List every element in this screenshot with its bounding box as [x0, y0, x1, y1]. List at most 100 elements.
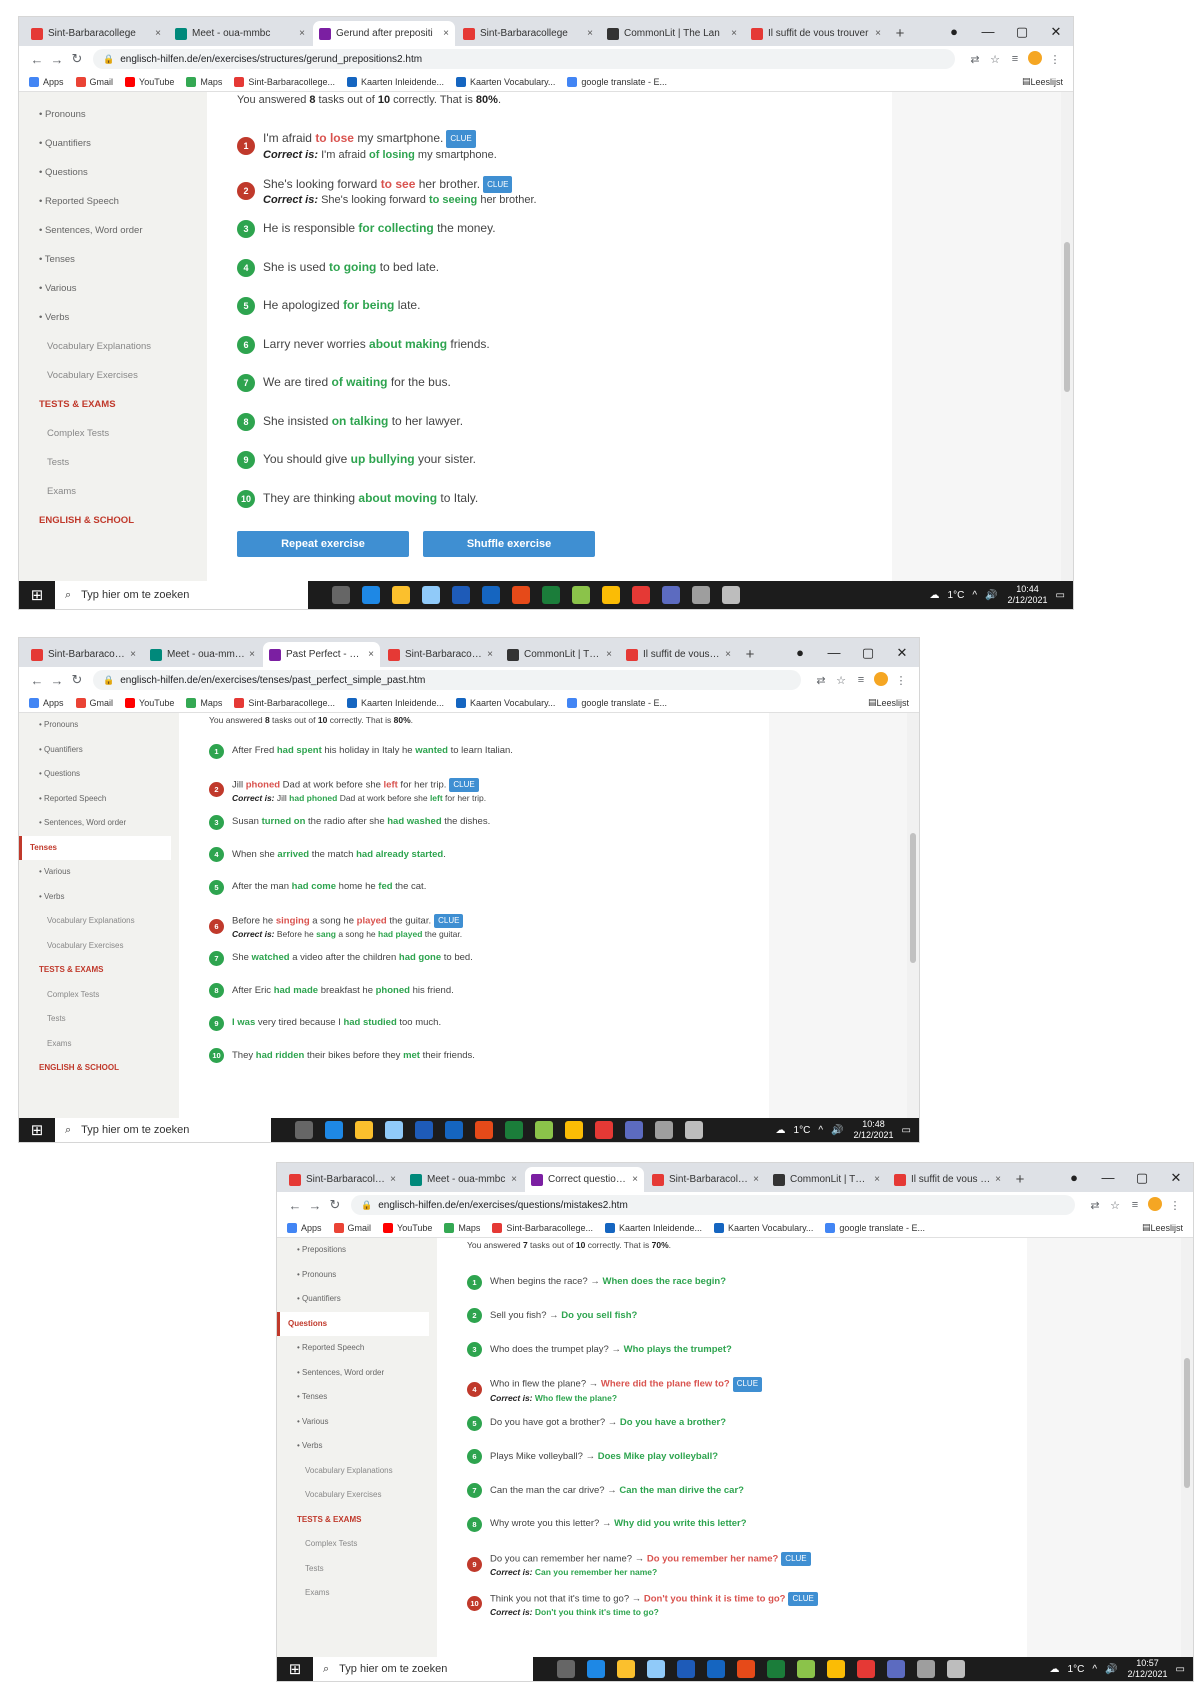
sidebar-item[interactable]: Tests [19, 1007, 179, 1032]
taskbar-search-field[interactable]: ⌕ Typ hier om te zoeken [313, 1657, 533, 1681]
url-field[interactable]: 🔒 englisch-hilfen.de/en/exercises/questio… [351, 1195, 1075, 1215]
tab-close-icon[interactable]: × [725, 649, 731, 660]
bookmark-item[interactable]: YouTube [383, 1222, 432, 1233]
sidebar-item-active[interactable]: Questions [277, 1311, 429, 1336]
sidebar-item[interactable]: • Pronouns [277, 1263, 437, 1288]
task-view-icon[interactable] [332, 586, 350, 604]
browser-tab[interactable]: CommonLit | The Lan × [501, 642, 618, 667]
app-icon[interactable] [632, 586, 650, 604]
store-icon[interactable] [385, 1121, 403, 1139]
browser-tab[interactable]: Meet - oua-mmbc × [404, 1167, 523, 1192]
notification-icon[interactable]: ▭ [1056, 590, 1065, 601]
sidebar-item[interactable]: Exams [277, 1581, 437, 1606]
tab-close-icon[interactable]: × [155, 28, 161, 39]
clue-button[interactable]: CLUE [434, 913, 464, 929]
word-icon[interactable] [677, 1660, 695, 1678]
chevron-up-icon[interactable]: ^ [818, 1125, 823, 1136]
settings-icon[interactable] [685, 1121, 703, 1139]
bookmark-item[interactable]: Apps [287, 1222, 322, 1233]
volume-icon[interactable]: 🔊 [1105, 1664, 1117, 1675]
edge-icon[interactable] [587, 1660, 605, 1678]
sidebar-item[interactable]: • Tenses [277, 1385, 437, 1410]
profile-avatar[interactable] [871, 671, 891, 689]
app-icon[interactable] [797, 1660, 815, 1678]
teams-icon[interactable] [887, 1660, 905, 1678]
app-icon[interactable] [512, 586, 530, 604]
tab-close-icon[interactable]: × [874, 1174, 880, 1185]
record-icon[interactable]: ● [1057, 1170, 1091, 1185]
windows-start-icon[interactable]: ⊞ [19, 586, 55, 604]
taskbar-search-field[interactable]: ⌕ Typ hier om te zoeken [55, 1118, 271, 1142]
taskbar-search-field[interactable]: ⌕ Typ hier om te zoeken [55, 581, 308, 609]
browser-tab[interactable]: Il suffit de vous trouver × [745, 21, 887, 46]
new-tab-icon[interactable]: + [889, 21, 911, 46]
chevron-up-icon[interactable]: ^ [1092, 1664, 1097, 1675]
edge-icon[interactable] [362, 586, 380, 604]
chevron-up-icon[interactable]: ^ [972, 590, 977, 601]
reading-list-button[interactable]: ▤ Leeslijst [868, 697, 909, 708]
bookmark-item[interactable]: Apps [29, 76, 64, 87]
forward-arrow-icon[interactable]: → [47, 673, 67, 688]
volume-icon[interactable]: 🔊 [985, 590, 997, 601]
bookmark-item[interactable]: Sint-Barbaracollege... [234, 76, 335, 87]
bookmark-item[interactable]: Gmail [75, 76, 113, 87]
bookmark-item[interactable]: Kaarten Vocabulary... [456, 76, 555, 87]
sidebar-item[interactable]: Vocabulary Explanations [19, 909, 179, 934]
tab-close-icon[interactable]: × [249, 649, 255, 660]
clock[interactable]: 10:57 2/12/2021 [1128, 1658, 1168, 1680]
tab-close-icon[interactable]: × [995, 1174, 1001, 1185]
clue-button[interactable]: CLUE [781, 1552, 811, 1567]
chrome-icon[interactable] [827, 1660, 845, 1678]
sidebar-item[interactable]: • Quantifiers [19, 129, 207, 158]
bookmark-item[interactable]: google translate - E... [567, 76, 667, 87]
sidebar-item[interactable]: Tests [277, 1557, 437, 1582]
bookmark-item[interactable]: Gmail [75, 697, 113, 708]
volume-icon[interactable]: 🔊 [831, 1125, 843, 1136]
sidebar-item[interactable]: Exams [19, 477, 207, 506]
tab-close-icon[interactable]: × [443, 28, 449, 39]
app-icon[interactable] [917, 1660, 935, 1678]
scrollbar-thumb[interactable] [910, 833, 916, 963]
store-icon[interactable] [647, 1660, 665, 1678]
file-explorer-icon[interactable] [617, 1660, 635, 1678]
task-view-icon[interactable] [295, 1121, 313, 1139]
menu-dots-icon[interactable]: ⋮ [1165, 1199, 1185, 1212]
tab-close-icon[interactable]: × [587, 28, 593, 39]
browser-tab[interactable]: Sint-Barbaracollege× [283, 1167, 402, 1192]
sidebar-item[interactable]: • Various [277, 1410, 437, 1435]
tab-close-icon[interactable]: × [632, 1174, 638, 1185]
clue-button[interactable]: CLUE [446, 130, 476, 148]
profile-avatar[interactable] [1025, 50, 1045, 68]
bookmark-item[interactable]: Maps [186, 697, 222, 708]
sidebar-item[interactable]: Complex Tests [277, 1532, 437, 1557]
weather-icon[interactable]: ☁ [930, 590, 940, 601]
star-icon[interactable]: ☆ [985, 53, 1005, 66]
sidebar-item[interactable]: • Reported Speech [19, 787, 179, 812]
bookmark-item[interactable]: Sint-Barbaracollege... [234, 697, 335, 708]
notification-icon[interactable]: ▭ [902, 1125, 911, 1136]
browser-tab[interactable]: Sint-Barbaracollege× [457, 21, 599, 46]
reading-list-icon[interactable]: ≡ [1005, 53, 1025, 65]
browser-tab[interactable]: CommonLit | The Lan × [601, 21, 743, 46]
bookmark-item[interactable]: Maps [444, 1222, 480, 1233]
app-icon[interactable] [572, 586, 590, 604]
tab-close-icon[interactable]: × [130, 649, 136, 660]
translate-icon[interactable]: ⇄ [965, 53, 985, 66]
app-icon[interactable] [595, 1121, 613, 1139]
sidebar-item[interactable]: • Sentences, Word order [19, 811, 179, 836]
tab-close-icon[interactable]: × [368, 649, 374, 660]
bookmark-item[interactable]: YouTube [125, 76, 174, 87]
clock[interactable]: 10:48 2/12/2021 [854, 1119, 894, 1141]
sidebar-item[interactable]: Exams [19, 1032, 179, 1057]
notification-icon[interactable]: ▭ [1176, 1664, 1185, 1675]
settings-icon[interactable] [947, 1660, 965, 1678]
forward-arrow-icon[interactable]: → [47, 52, 67, 67]
reading-list-icon[interactable]: ≡ [1125, 1199, 1145, 1211]
bookmark-item[interactable]: google translate - E... [567, 697, 667, 708]
sidebar-item[interactable]: • Questions [19, 762, 179, 787]
tab-close-icon[interactable]: × [390, 1174, 396, 1185]
reading-list-icon[interactable]: ≡ [851, 674, 871, 686]
bookmark-item[interactable]: Kaarten Vocabulary... [456, 697, 555, 708]
sidebar-item[interactable]: Complex Tests [19, 983, 179, 1008]
clue-button[interactable]: CLUE [483, 175, 513, 194]
